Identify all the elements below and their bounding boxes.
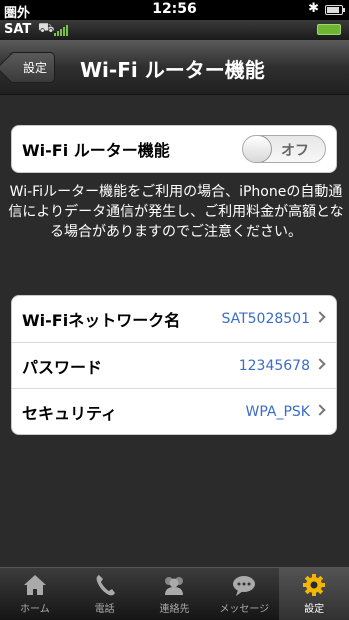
- router-toggle-label: Wi-Fi ルーター機能: [22, 141, 170, 160]
- password-label: パスワード: [22, 357, 103, 377]
- navigation-bar: 設定 Wi-Fi ルーター機能: [0, 40, 349, 95]
- router-toggle-group: Wi-Fi ルーター機能 オフ: [11, 125, 337, 173]
- tab-contacts[interactable]: 連絡先: [140, 568, 210, 620]
- tab-home[interactable]: ホーム: [0, 568, 70, 620]
- chevron-right-icon: [314, 311, 326, 323]
- device-battery-icon: [317, 24, 341, 35]
- password-value: 12345678: [238, 357, 310, 374]
- sub-status-bar: SAT ⛟: [0, 20, 349, 40]
- tab-bar: ホーム 電話 連絡先 メッセージ 設定: [0, 567, 349, 620]
- satellite-icon: ⛟: [38, 21, 55, 36]
- tab-messages[interactable]: メッセージ: [209, 568, 279, 620]
- toggle-state-label: オフ: [281, 143, 309, 159]
- bluetooth-icon: ✱: [308, 1, 319, 16]
- back-button-label: 設定: [22, 61, 47, 75]
- toggle-knob: [243, 136, 272, 162]
- network-name-value: SAT5028501: [221, 311, 310, 327]
- chevron-right-icon: [314, 404, 326, 416]
- status-bar: 圏外 12:56 ✱: [0, 0, 349, 21]
- chevron-right-icon: [314, 358, 326, 370]
- page-title: Wi-Fi ルーター機能: [80, 58, 265, 82]
- contacts-icon: [165, 577, 184, 595]
- router-toggle-row: Wi-Fi ルーター機能 オフ: [12, 126, 336, 172]
- clock: 12:56: [152, 1, 197, 17]
- security-row[interactable]: セキュリティ WPA_PSK: [12, 388, 336, 434]
- signal-icon: [54, 25, 70, 36]
- message-icon: [233, 576, 256, 596]
- home-icon: [23, 575, 46, 595]
- battery-icon: [325, 5, 345, 15]
- security-label: セキュリティ: [22, 403, 118, 423]
- password-row[interactable]: パスワード 12345678: [12, 342, 336, 388]
- phone-icon: [96, 575, 115, 596]
- gear-icon: [303, 574, 326, 596]
- usage-notice: Wi-Fiルーター機能をご利用の場合、iPhoneの自動通信によりデータ通信が発…: [8, 184, 344, 240]
- network-name-row[interactable]: Wi-Fiネットワーク名 SAT5028501: [12, 296, 336, 342]
- tab-phone[interactable]: 電話: [70, 568, 140, 620]
- security-value: WPA_PSK: [245, 403, 310, 420]
- network-name-label: Wi-Fiネットワーク名: [22, 311, 181, 330]
- tab-settings-label: 設定: [304, 604, 325, 615]
- tab-settings[interactable]: 設定: [279, 568, 349, 620]
- router-toggle-switch[interactable]: オフ: [242, 135, 326, 163]
- tab-messages-label: メッセージ: [219, 604, 270, 615]
- network-settings-group: Wi-Fiネットワーク名 SAT5028501 パスワード 12345678 セ…: [11, 295, 337, 435]
- sat-label: SAT: [4, 22, 32, 37]
- tab-phone-label: 電話: [94, 604, 115, 615]
- tab-contacts-label: 連絡先: [159, 604, 190, 615]
- back-button[interactable]: 設定: [9, 52, 55, 83]
- tab-home-label: ホーム: [20, 604, 50, 615]
